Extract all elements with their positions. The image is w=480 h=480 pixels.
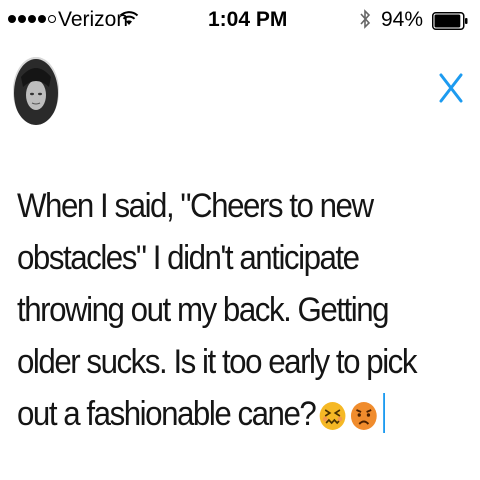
avatar-photo xyxy=(13,57,59,125)
wifi-icon xyxy=(119,11,139,25)
status-bar: Verizon 1:04 PM 94% xyxy=(0,0,480,40)
text-line: out a fashionable cane? xyxy=(17,395,317,433)
text-line: throwing out my back. Getting xyxy=(17,291,390,329)
signal-dot xyxy=(28,15,36,23)
signal-dot-empty xyxy=(48,15,56,23)
user-avatar[interactable] xyxy=(13,57,59,125)
battery-fill xyxy=(434,14,461,28)
pouting-face-emoji xyxy=(351,402,377,430)
text-line: obstacles" I didn't anticipate xyxy=(17,239,360,277)
text-cursor xyxy=(383,393,386,433)
text-line: older sucks. Is it too early to pick xyxy=(17,343,417,381)
tweet-compose-text[interactable]: When I said, "Cheers to new obstacles" I… xyxy=(17,180,440,440)
signal-dot xyxy=(8,15,16,23)
confounded-face-emoji xyxy=(319,402,346,430)
text-line: When I said, "Cheers to new xyxy=(17,187,374,225)
close-icon[interactable] xyxy=(431,67,471,107)
signal-dot xyxy=(38,15,46,23)
carrier-name: Verizon xyxy=(58,8,129,31)
signal-strength-icon xyxy=(8,15,56,23)
battery-percent: 94% xyxy=(381,8,424,31)
signal-dot xyxy=(18,15,26,23)
battery-icon xyxy=(432,12,468,30)
bluetooth-icon xyxy=(360,9,371,29)
clock: 1:04 PM xyxy=(208,8,288,31)
